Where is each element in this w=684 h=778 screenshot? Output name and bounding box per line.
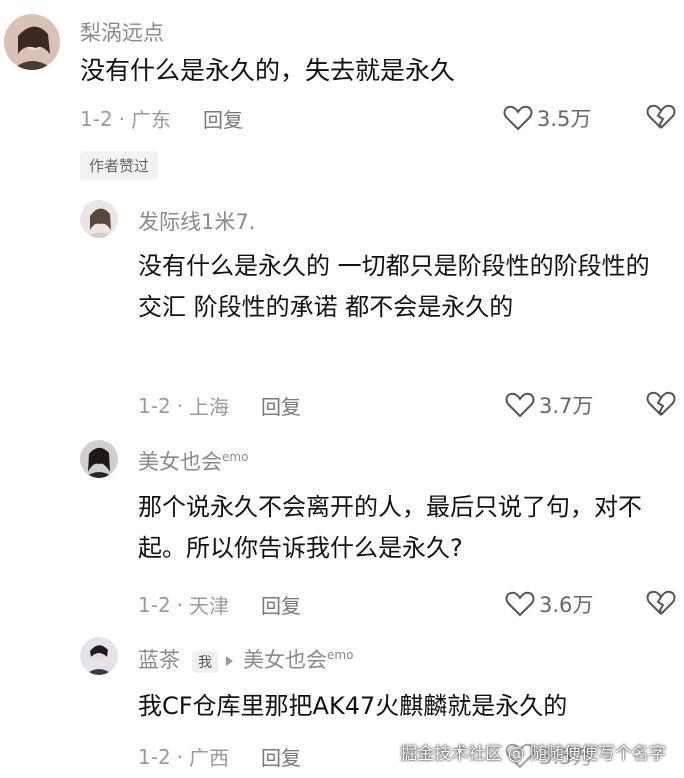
reply-button[interactable]: 回复 (261, 391, 301, 420)
like-count: 3.7万 (539, 394, 594, 418)
separator: · (176, 393, 184, 418)
comment-meta: 1-2 · 上海 回复 (138, 391, 301, 420)
me-tag: 我 (192, 651, 218, 673)
broken-heart-icon (646, 391, 676, 416)
separator: · (118, 106, 126, 131)
username-text: 美女也会 (138, 450, 222, 474)
like-count: 3.6万 (539, 593, 594, 617)
like-count: 3.5万 (537, 107, 592, 131)
comment-text: 我CF仓库里那把AK47火麒麟就是永久的 (138, 692, 568, 720)
avatar[interactable] (4, 14, 60, 70)
comment-meta: 1-2 · 广西 回复 (138, 742, 301, 771)
reply-arrow-icon (226, 656, 233, 666)
heart-outline-icon (505, 591, 535, 617)
avatar[interactable] (80, 637, 118, 675)
comment-location: 广西 (189, 746, 230, 770)
comment-text: 那个说永久不会离开的人，最后只说了句，对不起。所以你告诉我什么是永久? (138, 493, 642, 562)
comment-meta: 1-2 · 天津 回复 (138, 590, 301, 619)
reply-button[interactable]: 回复 (203, 104, 243, 133)
dislike-button[interactable] (646, 103, 676, 135)
dislike-button[interactable] (646, 589, 676, 621)
avatar[interactable] (80, 440, 118, 478)
heart-outline-icon (503, 105, 533, 131)
comment-location: 广东 (131, 108, 172, 132)
watermark: 掘金技术社区 @ 随随便便写个名字 (400, 744, 666, 764)
like-button[interactable]: 3.7万 (505, 390, 593, 420)
heart-outline-icon (505, 392, 535, 418)
broken-heart-icon (646, 590, 676, 615)
comment-date: 1-2 (138, 592, 171, 617)
username[interactable]: 梨涡远点 (80, 17, 164, 47)
reply-header: 蓝茶我 美女也会emo (138, 644, 353, 674)
comment-text: 没有什么是永久的，失去就是永久 (80, 56, 456, 85)
comment-location: 天津 (189, 594, 230, 618)
username[interactable]: 发际线1米7. (138, 206, 255, 236)
comment-meta: 1-2 · 广东 回复 (80, 104, 243, 133)
like-button[interactable]: 3.6万 (505, 589, 593, 619)
username[interactable]: 蓝茶 (138, 648, 180, 672)
separator: · (176, 744, 184, 769)
reply-button[interactable]: 回复 (261, 590, 301, 619)
broken-heart-icon (646, 104, 676, 129)
username[interactable]: 美女也会emo (138, 446, 248, 476)
comment-text: 没有什么是永久的 一切都只是阶段性的阶段性的交汇 阶段性的承诺 都不会是永久的 (138, 252, 650, 321)
like-button[interactable]: 3.5万 (503, 103, 591, 133)
reply-to-suffix: emo (327, 648, 354, 662)
reply-button[interactable]: 回复 (261, 742, 301, 771)
username-suffix: emo (222, 450, 249, 464)
comment-date: 1-2 (138, 393, 171, 418)
comment-location: 上海 (189, 395, 230, 419)
separator: · (176, 592, 184, 617)
author-liked-badge: 作者赞过 (80, 151, 159, 180)
dislike-button[interactable] (646, 390, 676, 422)
comment-date: 1-2 (80, 106, 113, 131)
reply-to-username[interactable]: 美女也会 (243, 648, 327, 672)
comment-date: 1-2 (138, 744, 171, 769)
avatar[interactable] (80, 200, 118, 238)
